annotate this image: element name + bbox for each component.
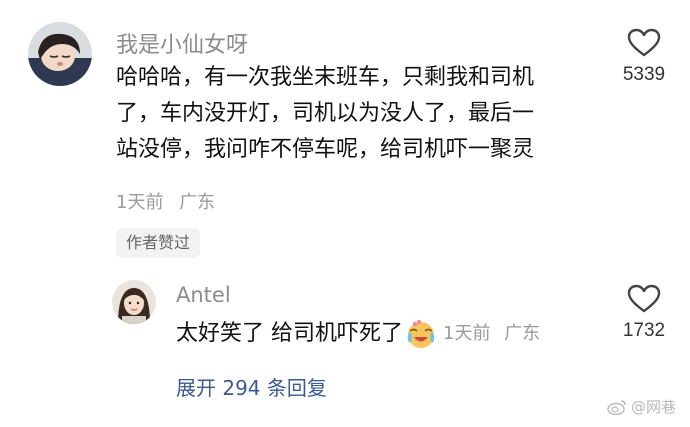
heart-outline-icon[interactable] [627,284,661,314]
reply-meta: 1天前 广东 [443,318,540,350]
comment-username[interactable]: 我是小仙女呀 [116,27,248,59]
comment-text-line: 了，车内没开灯，司机以为没人了，最后一 [116,101,535,126]
watermark-text: @网巷 [630,398,676,416]
comment-avatar[interactable] [28,22,92,86]
comment-text-line: 站没停，我问咋不停车呢，给司机吓一聚灵 [116,137,535,162]
reply-avatar[interactable] [112,280,156,324]
author-liked-badge: 作者赞过 [116,228,201,258]
reply-location: 广东 [504,323,541,344]
reply-text: 太好笑了 给司机吓死了 [176,321,403,346]
weibo-logo-icon [607,399,626,415]
comment-text: 哈哈哈，有一次我坐末班车，只剩我和司机 了，车内没开灯，司机以为没人了，最后一 … [116,60,616,168]
comment-like-button[interactable]: 5339 [604,28,684,86]
comment-like-count: 5339 [622,64,666,85]
watermark: @网巷 [607,396,676,417]
reply-like-count: 1732 [622,320,666,341]
reply-time: 1天前 [443,323,491,344]
expand-replies-link[interactable]: 展开 294 条回复 [176,372,327,401]
heart-outline-icon[interactable] [627,28,661,58]
comment-location: 广东 [179,192,216,213]
reply-username[interactable]: Antel [176,283,231,307]
reply-like-button[interactable]: 1732 [604,284,684,342]
comment-text-line: 哈哈哈，有一次我坐末班车，只剩我和司机 [116,65,535,90]
crying-laughing-emoji-icon [405,318,437,350]
reply-text-row: 太好笑了 给司机吓死了 1天前 广东 [176,318,540,350]
comment-time: 1天前 [116,192,164,213]
comment-meta: 1天前 广东 [116,188,215,214]
